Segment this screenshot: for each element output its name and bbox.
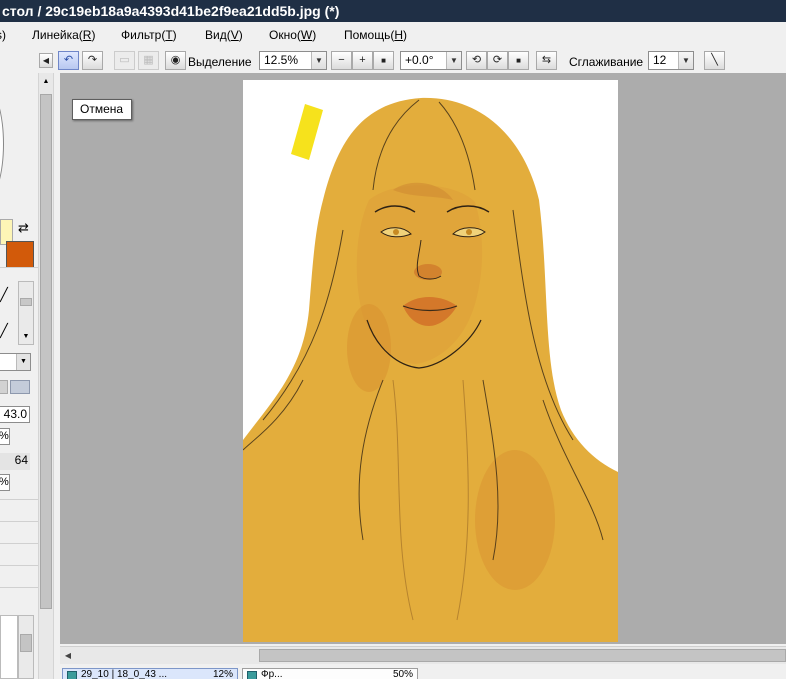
smoothing-select[interactable]: 12 ▼: [648, 51, 694, 70]
menu-item-layer[interactable]: s): [0, 28, 6, 42]
color-wheel[interactable]: [0, 89, 4, 199]
drawing-canvas[interactable]: [243, 80, 618, 642]
chevron-left-icon[interactable]: ◀: [60, 648, 76, 664]
density-value[interactable]: 64: [0, 453, 30, 470]
brush-tool-icon[interactable]: ╱: [0, 323, 16, 339]
canvas-file-icon: [247, 671, 257, 679]
menu-bar: s) Линейка(R) Фильтр(T) Вид(V) Окно(W) П…: [0, 22, 786, 48]
minus-icon: −: [338, 54, 345, 66]
panel-vertical-scrollbar[interactable]: ▲: [38, 73, 54, 679]
tab-document-1[interactable]: 29_10 | 18_0_43 ... 12%: [62, 668, 238, 679]
document-tabs: 29_10 | 18_0_43 ... 12% Фр... 50%: [54, 665, 786, 679]
canvas-horizontal-scrollbar[interactable]: ◀: [60, 646, 786, 664]
redo-button[interactable]: ↷: [82, 51, 103, 70]
chevron-down-icon: ▼: [678, 52, 693, 69]
chevron-up-icon: ▲: [42, 78, 50, 85]
deselect-button[interactable]: ▭: [114, 51, 135, 70]
scrollbar-thumb[interactable]: [259, 649, 786, 662]
layer-list-scrollbar[interactable]: [18, 615, 34, 679]
smoothing-label: Сглаживание: [569, 55, 644, 69]
pressure-pen-button[interactable]: ╲: [704, 51, 725, 70]
pen-stroke-icon: ╲: [711, 54, 718, 66]
undo-icon: ↶: [63, 54, 74, 66]
canvas-area[interactable]: [60, 73, 786, 644]
selection-label: Выделение: [188, 55, 252, 69]
rotate-cw-icon: ⟳: [492, 54, 503, 66]
window-title: стол / 29c19eb18a9a4393d41be2f9ea21dd5b.…: [0, 0, 786, 22]
menu-item-ruler[interactable]: Линейка(R): [32, 28, 95, 42]
invert-selection-icon: ▦: [143, 54, 154, 66]
chevron-down-icon: ▼: [22, 333, 30, 340]
layer-list[interactable]: [0, 615, 18, 679]
zoom-in-button[interactable]: +: [352, 51, 373, 70]
invert-selection-button[interactable]: ▦: [138, 51, 159, 70]
shape-option-button[interactable]: [0, 380, 8, 394]
undo-tooltip: Отмена: [72, 99, 132, 120]
shape-option-button-active[interactable]: [10, 380, 30, 394]
eye-icon: ◉: [170, 54, 181, 66]
menu-item-view[interactable]: Вид(V): [205, 28, 243, 42]
rotate-cw-button[interactable]: ⟳: [487, 51, 508, 70]
canvas-toolbar: ◀ ↶ ↷ ▭ ▦ ◉ Выделение 12.5% ▼ − + ■ +0.0°…: [38, 49, 786, 73]
menu-item-window[interactable]: Окно(W): [269, 28, 316, 42]
rotate-ccw-icon: ⟲: [471, 54, 482, 66]
deselect-icon: ▭: [119, 54, 130, 66]
plus-icon: +: [359, 54, 366, 66]
undo-button[interactable]: ↶: [58, 51, 79, 70]
flip-horizontal-icon: ⇆: [541, 54, 552, 66]
blend-mode-select[interactable]: ▼: [0, 353, 31, 371]
density-percent[interactable]: %: [0, 474, 10, 491]
rotate-reset-button[interactable]: ■: [508, 51, 529, 70]
zoom-out-button[interactable]: −: [331, 51, 352, 70]
brush-size-value[interactable]: 43.0: [0, 406, 30, 423]
square-icon: ■: [381, 55, 386, 65]
chevron-down-icon: ▼: [16, 354, 30, 370]
tool-list-scrollbar[interactable]: ▼: [18, 281, 34, 345]
panel-collapse-button[interactable]: ◀: [39, 53, 53, 68]
menu-item-filter[interactable]: Фильтр(T): [121, 28, 177, 42]
zoom-select[interactable]: 12.5% ▼: [259, 51, 327, 70]
menu-item-help[interactable]: Помощь(H): [344, 28, 407, 42]
flip-button[interactable]: ⇆: [536, 51, 557, 70]
tool-panel: ⇄ ╱ ╱ ▼ ▼ 43.0 % 64 %: [0, 49, 38, 679]
canvas-file-icon: [67, 671, 77, 679]
swap-colors-icon[interactable]: ⇄: [18, 220, 29, 236]
secondary-color-swatch[interactable]: [6, 241, 34, 268]
pencil-tool-icon[interactable]: ╱: [0, 287, 16, 303]
square-icon: ■: [516, 55, 521, 65]
tab-document-2[interactable]: Фр... 50%: [242, 668, 418, 679]
rotate-ccw-button[interactable]: ⟲: [466, 51, 487, 70]
chevron-down-icon: ▼: [446, 52, 461, 69]
divider: [0, 267, 38, 268]
zoom-reset-button[interactable]: ■: [373, 51, 394, 70]
redo-icon: ↷: [87, 54, 98, 66]
min-size-percent[interactable]: %: [0, 428, 10, 445]
scrollbar-thumb[interactable]: [40, 94, 52, 609]
portrait-artwork: [243, 80, 618, 642]
chevron-down-icon: ▼: [311, 52, 326, 69]
rotation-select[interactable]: +0.0° ▼: [400, 51, 462, 70]
show-selection-button[interactable]: ◉: [165, 51, 186, 70]
